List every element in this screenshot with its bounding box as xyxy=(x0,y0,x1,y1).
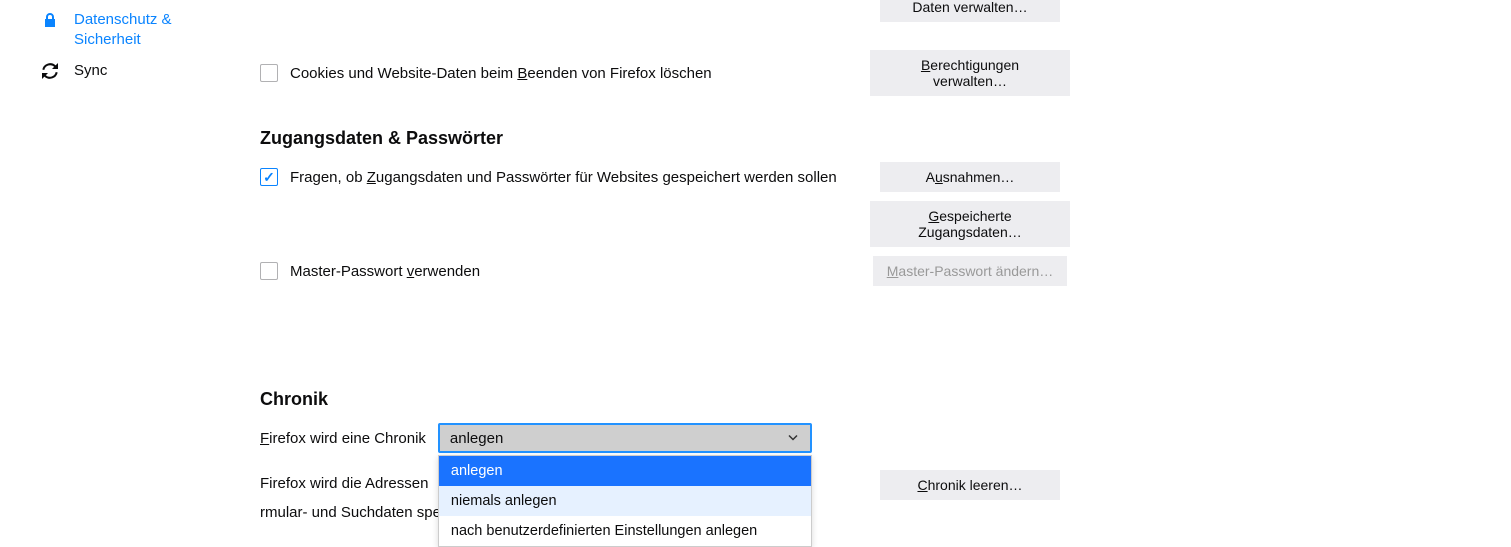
sidebar-item-sync[interactable]: Sync xyxy=(0,55,240,87)
delete-cookies-checkbox[interactable] xyxy=(260,64,278,82)
delete-cookies-label: Cookies und Website-Daten beim Beenden v… xyxy=(290,65,712,82)
use-master-password-checkbox[interactable] xyxy=(260,262,278,280)
exceptions-button[interactable]: Ausnahmen… xyxy=(880,162,1060,192)
sidebar: Datenschutz & Sicherheit Sync xyxy=(0,0,240,87)
history-mode-select[interactable]: anlegen xyxy=(438,423,812,453)
sync-icon xyxy=(42,63,60,81)
manage-permissions-button[interactable]: Berechtigungen verwalten… xyxy=(870,50,1070,96)
saved-logins-button[interactable]: Gespeicherte Zugangsdaten… xyxy=(870,201,1070,247)
sidebar-item-privacy[interactable]: Datenschutz & Sicherheit xyxy=(0,4,240,55)
history-mode-label: Firefox wird eine Chronik xyxy=(260,430,426,447)
section-heading-history: Chronik xyxy=(260,389,1070,410)
content: Daten verwalten… Cookies und Website-Dat… xyxy=(260,0,1070,527)
history-mode-current: anlegen xyxy=(450,430,503,447)
manage-data-button[interactable]: Daten verwalten… xyxy=(880,0,1060,22)
change-master-password-button: Master-Passwort ändern… xyxy=(873,256,1068,286)
section-heading-logins: Zugangsdaten & Passwörter xyxy=(260,128,1070,149)
ask-save-logins-checkbox[interactable] xyxy=(260,168,278,186)
sidebar-item-label: Sync xyxy=(74,61,107,81)
history-option-never[interactable]: niemals anlegen xyxy=(439,486,811,516)
history-option-always[interactable]: anlegen xyxy=(439,456,811,486)
history-mode-dropdown: anlegen niemals anlegen nach benutzerdef… xyxy=(438,455,812,547)
sidebar-item-label: Datenschutz & Sicherheit xyxy=(74,10,230,49)
chevron-down-icon xyxy=(788,430,798,447)
use-master-password-label: Master-Passwort verwenden xyxy=(290,263,480,280)
ask-save-logins-label: Fragen, ob Zugangsdaten und Passwörter f… xyxy=(290,169,837,186)
clear-history-button[interactable]: Chronik leeren… xyxy=(880,470,1060,500)
history-option-custom[interactable]: nach benutzerdefinierten Einstellungen a… xyxy=(439,516,811,546)
lock-icon xyxy=(42,12,60,30)
